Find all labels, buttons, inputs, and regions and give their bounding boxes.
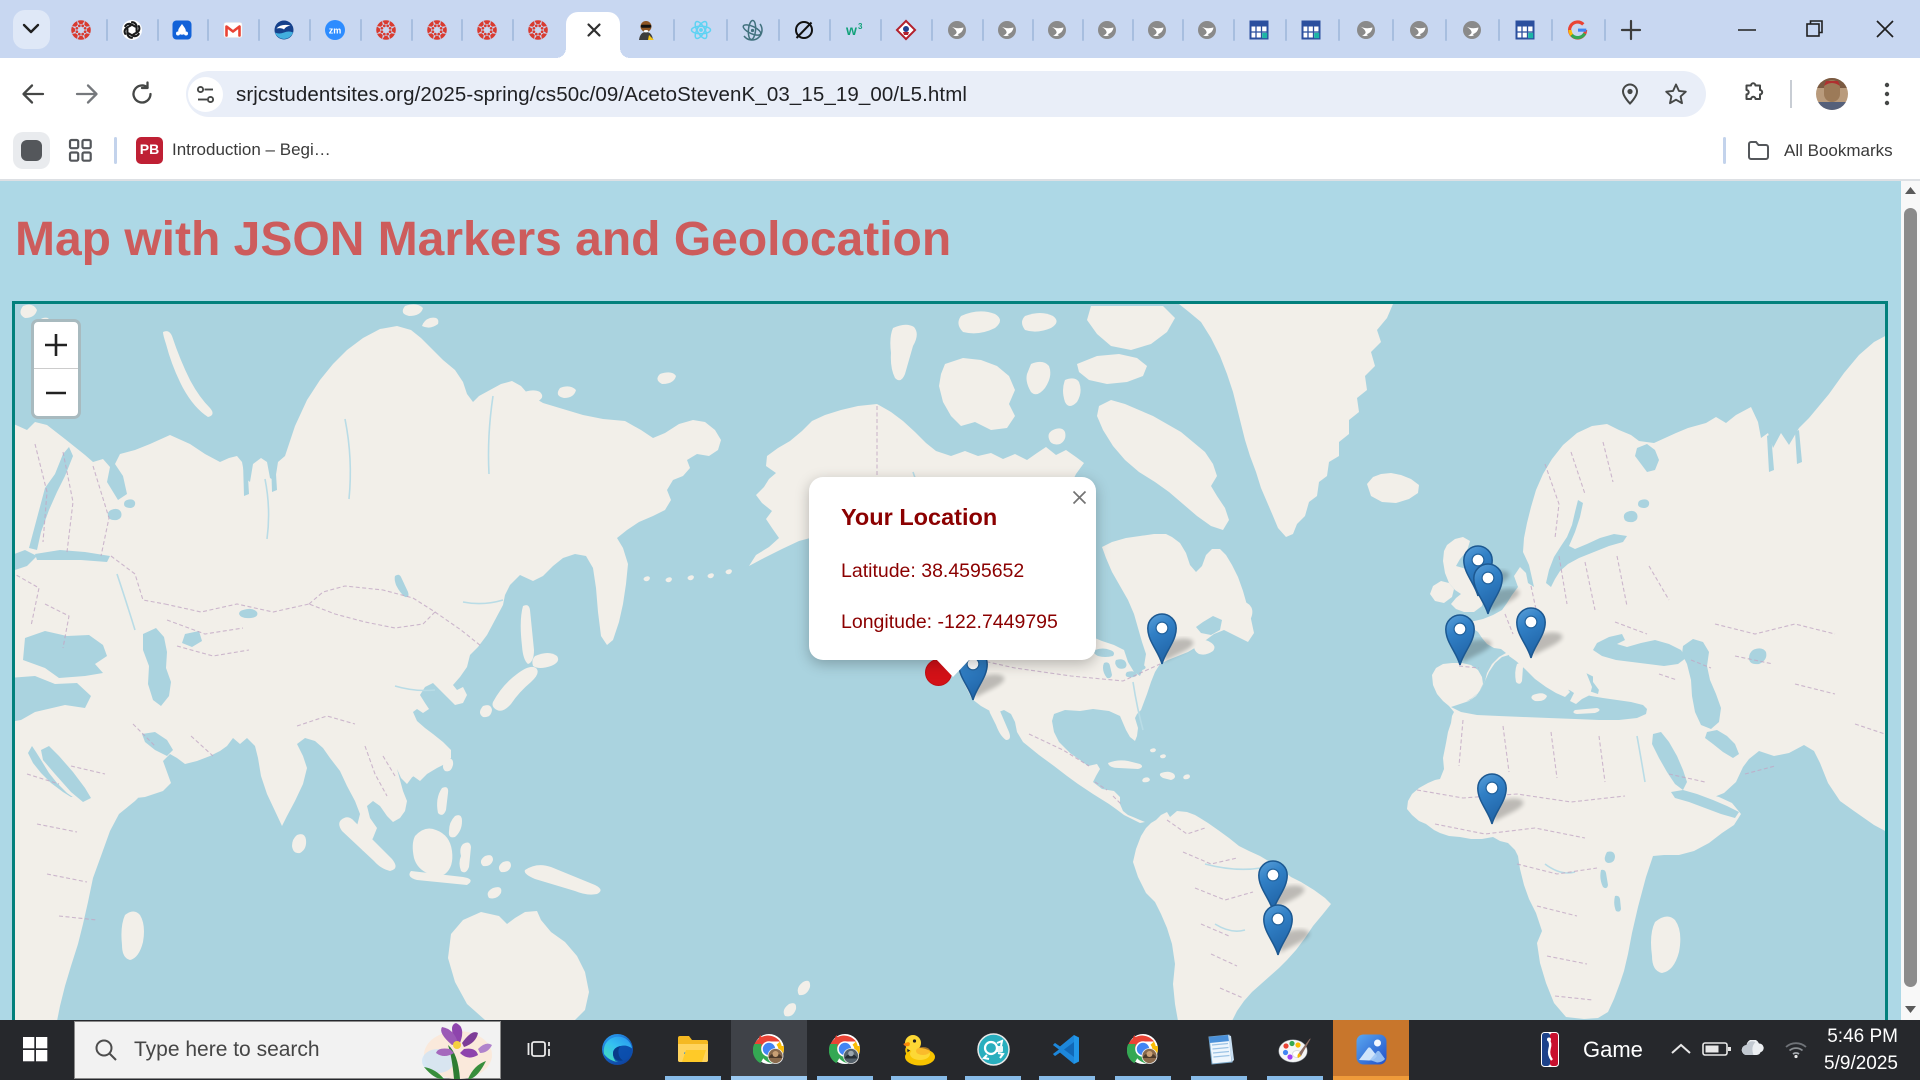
svg-text:w: w [845,22,857,38]
svg-text:3: 3 [858,22,863,31]
svg-text:zm: zm [329,26,342,36]
